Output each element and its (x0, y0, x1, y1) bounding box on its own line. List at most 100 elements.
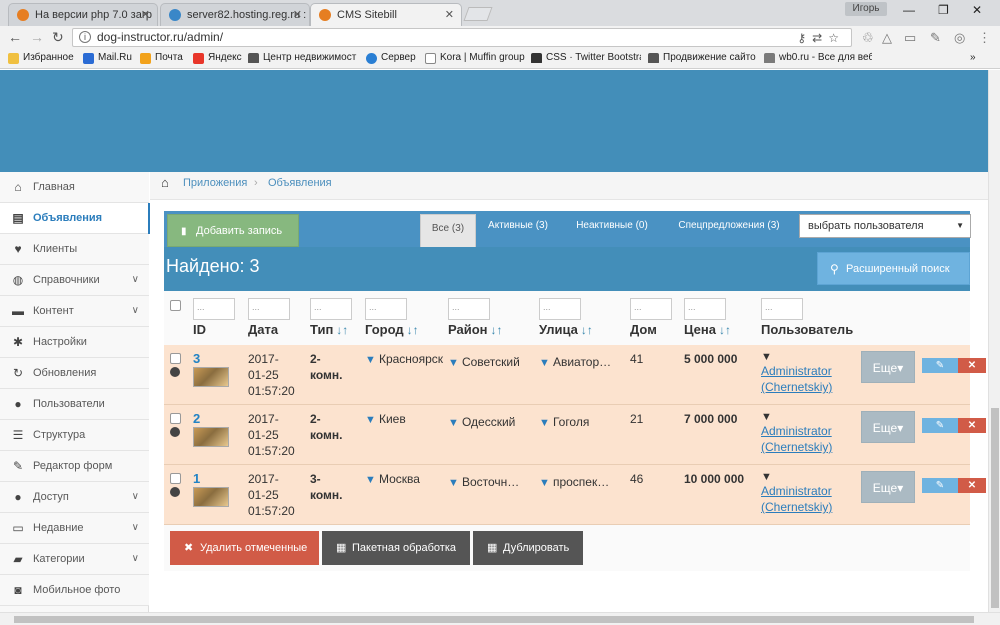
vertical-scrollbar[interactable] (988, 70, 1000, 615)
sort-arrows-icon[interactable]: ↓↑ (581, 323, 593, 337)
filter-input[interactable]: ... (448, 298, 490, 320)
bookmark-item[interactable]: CSS · Twitter Bootstrap (531, 52, 641, 63)
record-id-link[interactable]: 3 (193, 351, 200, 367)
filter-icon[interactable]: ▼ (539, 357, 553, 369)
scrollbar-thumb[interactable] (991, 408, 999, 608)
record-id-link[interactable]: 1 (193, 471, 200, 487)
tab-all[interactable]: Все (3) (420, 214, 476, 247)
sort-arrows-icon[interactable]: ↓↑ (336, 323, 348, 337)
filter-icon[interactable]: ▼ (539, 417, 553, 429)
recycle-extension-icon[interactable]: ♲ (862, 30, 874, 46)
sidebar-item[interactable]: ↻ Обновления (0, 358, 149, 389)
column-header[interactable]: Цена ↓↑ (684, 322, 731, 337)
home-icon[interactable]: ⌂ (161, 172, 169, 194)
sidebar-item[interactable]: ⌂ Главная (0, 172, 149, 203)
column-header[interactable]: Тип ↓↑ (310, 322, 348, 337)
more-dropdown-button[interactable]: Еще▾ (861, 471, 915, 503)
sidebar-item[interactable]: ✎ Редактор форм (0, 451, 149, 482)
eyedropper-extension-icon[interactable]: ✎ (930, 30, 941, 46)
row-checkbox[interactable] (170, 473, 181, 484)
new-tab-button[interactable] (463, 7, 493, 21)
filter-input[interactable]: ... (761, 298, 803, 320)
reload-icon[interactable]: ↻ (52, 29, 64, 46)
profile-badge[interactable]: Игорь (845, 2, 887, 16)
scrollbar-thumb[interactable] (14, 616, 974, 623)
filter-input[interactable]: ... (365, 298, 407, 320)
close-tab-icon[interactable]: ✕ (293, 8, 302, 21)
filter-icon[interactable]: ▼ (448, 357, 462, 369)
drive-extension-icon[interactable]: △ (882, 30, 892, 46)
bookmark-item[interactable]: Избранное (8, 52, 74, 64)
sidebar-item[interactable]: ▬ Контент ∨ (0, 296, 149, 327)
browser-tab-active[interactable]: CMS Sitebill ✕ (310, 3, 462, 26)
close-tab-icon[interactable]: ✕ (141, 8, 150, 21)
chevron-down-icon[interactable]: ∨ (132, 513, 139, 543)
cast-icon[interactable]: ▭ (904, 30, 916, 46)
advanced-search-button[interactable]: ⚲ Расширенный поиск (817, 252, 970, 285)
record-id-link[interactable]: 2 (193, 411, 200, 427)
user-link[interactable]: Administrator (Chernetskiy) (761, 483, 856, 515)
listing-thumbnail[interactable] (193, 367, 229, 387)
close-tab-icon[interactable]: ✕ (445, 8, 454, 21)
sidebar-item[interactable]: ◙ Мобильное фото (0, 575, 149, 606)
filter-input[interactable]: ... (684, 298, 726, 320)
column-header[interactable]: Город ↓↑ (365, 322, 419, 337)
user-link[interactable]: Administrator (Chernetskiy) (761, 423, 856, 455)
filter-icon[interactable]: ▼ (365, 414, 379, 426)
tab-inactive[interactable]: Неактивные (0) (564, 211, 660, 241)
more-dropdown-button[interactable]: Еще▾ (861, 351, 915, 383)
delete-button[interactable]: ✕ (958, 358, 986, 373)
add-record-button[interactable]: ▮ Добавить запись (167, 214, 299, 247)
sidebar-item[interactable]: ♥ Клиенты (0, 234, 149, 265)
browser-tab[interactable]: server82.hosting.reg.ru : ✕ (160, 3, 310, 26)
more-bookmarks-icon[interactable]: » (970, 52, 976, 63)
forward-icon[interactable]: → (30, 29, 44, 45)
user-link[interactable]: Administrator (Chernetskiy) (761, 363, 856, 395)
star-icon[interactable]: ☆ (828, 31, 845, 45)
chevron-down-icon[interactable]: ∨ (132, 544, 139, 574)
delete-button[interactable]: ✕ (958, 478, 986, 493)
user-select[interactable]: выбрать пользователя ▼ (799, 214, 971, 238)
edit-button[interactable]: ✎ (922, 358, 958, 373)
maximize-icon[interactable]: ❐ (938, 3, 949, 17)
listing-thumbnail[interactable] (193, 487, 229, 507)
delete-selected-button[interactable]: ✖ Удалить отмеченные (170, 531, 319, 565)
edit-button[interactable]: ✎ (922, 478, 958, 493)
extension-icon[interactable]: ◎ (954, 30, 965, 46)
chevron-down-icon[interactable]: ∨ (132, 265, 139, 295)
sidebar-item[interactable]: ● Доступ ∨ (0, 482, 149, 513)
sidebar-item[interactable]: ▰ Категории ∨ (0, 544, 149, 575)
chevron-down-icon[interactable]: ∨ (132, 296, 139, 326)
bookmark-item[interactable]: Яндекс (193, 52, 242, 64)
filter-input[interactable]: ... (248, 298, 290, 320)
translate-icon[interactable]: ⇄ (812, 31, 828, 45)
bookmark-item[interactable]: Продвижение сайтов (648, 52, 756, 63)
bookmark-item[interactable]: Сервер (366, 52, 416, 64)
sort-arrows-icon[interactable]: ↓↑ (719, 323, 731, 337)
column-header[interactable]: Район ↓↑ (448, 322, 503, 337)
browser-tab[interactable]: На версии php 7.0 загр ✕ (8, 3, 158, 26)
filter-icon[interactable]: ▼ (365, 354, 379, 366)
bookmark-item[interactable]: Почта (140, 52, 183, 64)
tab-active[interactable]: Активные (3) (480, 211, 556, 241)
filter-input[interactable]: ... (539, 298, 581, 320)
bookmark-item[interactable]: Центр недвижимост (248, 52, 358, 63)
key-icon[interactable]: ⚷ (797, 31, 812, 45)
close-window-icon[interactable]: ✕ (972, 3, 982, 17)
filter-input[interactable]: ... (310, 298, 352, 320)
chevron-down-icon[interactable]: ∨ (132, 482, 139, 512)
filter-input[interactable]: ... (630, 298, 672, 320)
row-checkbox[interactable] (170, 413, 181, 424)
sidebar-item[interactable]: ☰ Структура (0, 420, 149, 451)
horizontal-scrollbar[interactable] (0, 612, 1000, 625)
batch-process-button[interactable]: ▦ Пакетная обработка (322, 531, 470, 565)
filter-icon[interactable]: ▼ (448, 477, 462, 489)
sort-arrows-icon[interactable]: ↓↑ (407, 323, 419, 337)
back-icon[interactable]: ← (8, 29, 22, 45)
listing-thumbnail[interactable] (193, 427, 229, 447)
breadcrumb-link[interactable]: Приложения (183, 172, 247, 194)
delete-button[interactable]: ✕ (958, 418, 986, 433)
more-dropdown-button[interactable]: Еще▾ (861, 411, 915, 443)
select-all-checkbox[interactable] (170, 300, 181, 311)
menu-icon[interactable]: ⋮ (978, 30, 991, 46)
